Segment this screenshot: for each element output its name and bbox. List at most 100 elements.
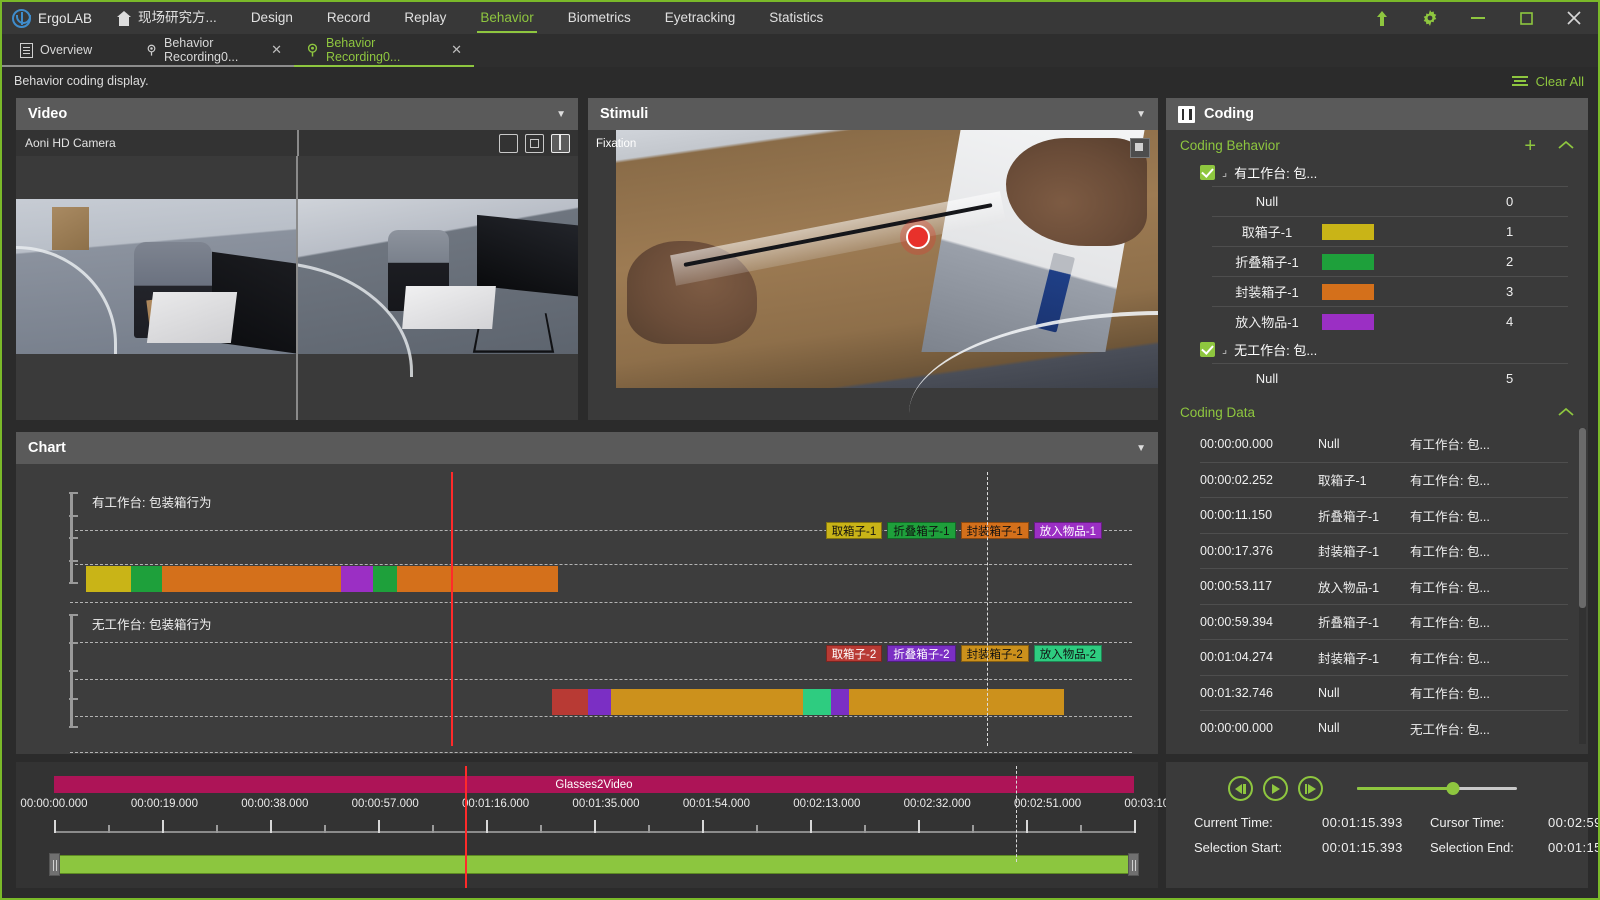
- upload-icon[interactable]: [1358, 2, 1406, 34]
- tab-behavior-recording-2[interactable]: Behavior Recording0... ✕: [294, 35, 474, 67]
- timeline-scroll-range[interactable]: [54, 855, 1134, 874]
- coding-data-row[interactable]: 00:01:04.274封装箱子-1有工作台: 包...: [1200, 639, 1568, 675]
- chart-bar-segment[interactable]: [803, 689, 831, 715]
- chart-bar-segment[interactable]: [397, 566, 558, 592]
- coding-data-time: 00:00:17.376: [1200, 544, 1318, 558]
- menu-item-statistics[interactable]: Statistics: [752, 2, 840, 34]
- coding-data-list[interactable]: 00:00:00.000Null有工作台: 包...00:00:02.252取箱…: [1166, 426, 1588, 746]
- chart-legend-chip[interactable]: 取箱子-2: [826, 645, 883, 662]
- chart-legend-chip[interactable]: 折叠箱子-2: [887, 645, 955, 662]
- behavior-row[interactable]: 放入物品-14: [1212, 306, 1568, 336]
- stimuli-stage[interactable]: Fixation: [588, 130, 1158, 420]
- chart-legend-chip[interactable]: 封装箱子-1: [961, 522, 1029, 539]
- coding-data-row[interactable]: 00:00:53.117放入物品-1有工作台: 包...: [1200, 568, 1568, 604]
- tab-behavior-recording-1[interactable]: Behavior Recording0... ✕: [134, 35, 294, 67]
- single-view-icon[interactable]: [499, 134, 518, 153]
- timeline-tick-label: 00:02:51.000: [1014, 798, 1081, 810]
- behavior-row[interactable]: 取箱子-11: [1212, 216, 1568, 246]
- chevron-down-icon[interactable]: ▼: [556, 109, 566, 120]
- chevron-down-icon[interactable]: ▼: [1136, 443, 1146, 454]
- gear-icon[interactable]: [1406, 2, 1454, 34]
- collapse-behavior-icon[interactable]: [1558, 138, 1574, 153]
- chart-legend-chip[interactable]: 封装箱子-2: [961, 645, 1029, 662]
- chart-bar-segment[interactable]: [588, 689, 611, 715]
- chart-gridline: [70, 752, 1132, 753]
- window-controls: [1358, 2, 1598, 34]
- chart-panel: Chart ▼ 有工作台: 包装箱行为放入物品-1封装箱子-1折叠箱子-1取箱子…: [16, 432, 1158, 754]
- tab-overview[interactable]: Overview: [2, 35, 134, 67]
- behavior-row[interactable]: Null0: [1212, 186, 1568, 216]
- coding-data-row[interactable]: 00:00:11.150折叠箱子-1有工作台: 包...: [1200, 497, 1568, 533]
- group-checkbox[interactable]: [1200, 165, 1215, 180]
- behavior-group-row[interactable]: ⌟有工作台: 包...: [1166, 159, 1588, 186]
- chart-legend-chip[interactable]: 放入物品-1: [1034, 522, 1102, 539]
- slider-knob[interactable]: [1447, 782, 1460, 795]
- chart-bar-segment[interactable]: [162, 566, 341, 592]
- coding-data-row[interactable]: 00:00:00.000Null无工作台: 包...: [1200, 710, 1568, 746]
- collapse-data-icon[interactable]: [1558, 405, 1574, 420]
- menu-item-eyetracking[interactable]: Eyetracking: [648, 2, 753, 34]
- chart-plot-area[interactable]: 有工作台: 包装箱行为放入物品-1封装箱子-1折叠箱子-1取箱子-1无工作台: …: [16, 464, 1158, 754]
- group-checkbox[interactable]: [1200, 342, 1215, 357]
- coding-data-row[interactable]: 00:00:00.000Null有工作台: 包...: [1200, 426, 1568, 462]
- timeline-playhead[interactable]: [465, 766, 467, 888]
- coding-data-row[interactable]: 00:00:02.252取箱子-1有工作台: 包...: [1200, 462, 1568, 498]
- coding-data-scrollbar[interactable]: [1579, 428, 1586, 744]
- timeline-cursor-marker[interactable]: [1016, 766, 1017, 862]
- coding-data-row[interactable]: 00:00:17.376封装箱子-1有工作台: 包...: [1200, 533, 1568, 569]
- chart-bar-segment[interactable]: [831, 689, 849, 715]
- chart-series-bar[interactable]: [86, 566, 558, 592]
- video-track-bar[interactable]: Glasses2Video: [54, 776, 1134, 793]
- video-feed-left[interactable]: [16, 156, 296, 420]
- scrollbar-thumb[interactable]: [1579, 428, 1586, 608]
- coding-data-behavior: 折叠箱子-1: [1318, 612, 1410, 631]
- range-handle-right[interactable]: [1128, 853, 1139, 876]
- chart-bar-segment[interactable]: [552, 689, 588, 715]
- menu-item-behavior[interactable]: Behavior: [463, 2, 550, 34]
- chart-bar-segment[interactable]: [849, 689, 1064, 715]
- pip-view-icon[interactable]: [525, 134, 544, 153]
- stimuli-settings-icon[interactable]: [1130, 138, 1150, 158]
- chart-legend-chip[interactable]: 取箱子-1: [826, 522, 883, 539]
- coding-data-time: 00:01:04.274: [1200, 650, 1318, 664]
- menu-item-record[interactable]: Record: [310, 2, 388, 34]
- timeline-ruler[interactable]: [54, 820, 1134, 834]
- coding-data-row[interactable]: 00:01:32.746Null有工作台: 包...: [1200, 675, 1568, 711]
- add-behavior-button[interactable]: +: [1524, 139, 1536, 153]
- video-feed-right[interactable]: [298, 156, 578, 420]
- chart-legend-chip[interactable]: 放入物品-2: [1034, 645, 1102, 662]
- step-back-icon[interactable]: [1228, 776, 1253, 801]
- chart-bar-segment[interactable]: [131, 566, 162, 592]
- step-forward-icon[interactable]: [1298, 776, 1323, 801]
- stimuli-panel-header: Stimuli ▼: [588, 98, 1158, 130]
- close-icon[interactable]: ✕: [451, 42, 462, 58]
- chart-bar-segment[interactable]: [373, 566, 397, 592]
- clear-all-button[interactable]: Clear All: [1512, 74, 1584, 89]
- behavior-group-row[interactable]: ⌟无工作台: 包...: [1166, 336, 1588, 363]
- menu-item-design[interactable]: Design: [234, 2, 310, 34]
- minimize-icon[interactable]: [1454, 2, 1502, 34]
- chart-bar-segment[interactable]: [86, 566, 131, 592]
- coding-data-row[interactable]: 00:00:59.394折叠箱子-1有工作台: 包...: [1200, 604, 1568, 640]
- menu-item-field-study[interactable]: 现场研究方...: [106, 2, 234, 34]
- menu-item-biometrics[interactable]: Biometrics: [551, 2, 648, 34]
- close-icon[interactable]: ✕: [271, 42, 282, 58]
- maximize-icon[interactable]: [1502, 2, 1550, 34]
- coding-panel-title: Coding: [1204, 106, 1254, 122]
- chart-bar-segment[interactable]: [341, 566, 373, 592]
- chart-legend-chip[interactable]: 折叠箱子-1: [887, 522, 955, 539]
- chart-bar-segment[interactable]: [611, 689, 803, 715]
- split-view-icon[interactable]: [551, 134, 570, 153]
- behavior-row[interactable]: Null5: [1212, 363, 1568, 393]
- range-handle-left[interactable]: [49, 853, 60, 876]
- behavior-row[interactable]: 封装箱子-13: [1212, 276, 1568, 306]
- close-icon[interactable]: [1550, 2, 1598, 34]
- chevron-down-icon[interactable]: ▼: [1136, 109, 1146, 120]
- chart-playhead-line[interactable]: [451, 472, 453, 746]
- clear-lines-icon: [1512, 76, 1528, 86]
- chart-cursor-line[interactable]: [987, 472, 988, 746]
- play-icon[interactable]: [1263, 776, 1288, 801]
- behavior-row[interactable]: 折叠箱子-12: [1212, 246, 1568, 276]
- menu-item-replay[interactable]: Replay: [387, 2, 463, 34]
- volume-slider[interactable]: [1357, 778, 1517, 800]
